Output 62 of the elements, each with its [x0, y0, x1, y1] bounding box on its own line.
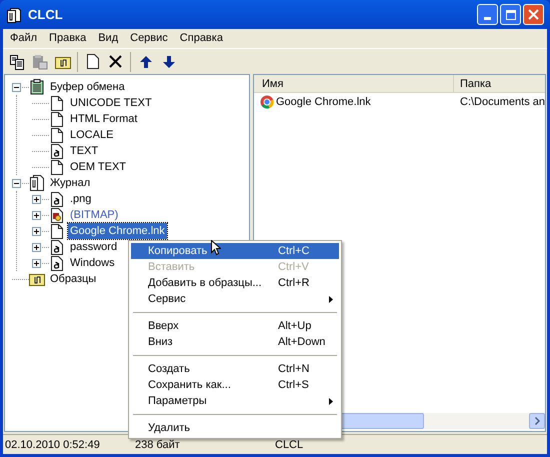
image-document-icon — [51, 208, 63, 222]
chrome-logo-icon — [260, 95, 274, 109]
text-document-icon — [51, 240, 63, 254]
menu-bar-item[interactable]: Правка — [43, 29, 92, 48]
text-document-icon — [51, 192, 63, 206]
menu-item[interactable]: Добавить в образцы... Ctrl+R — [131, 275, 339, 291]
minimize-icon — [484, 17, 491, 20]
column-header[interactable]: Имя — [254, 75, 454, 92]
menu-bar-item[interactable]: Вид — [92, 29, 124, 48]
expand-icon[interactable] — [32, 258, 41, 268]
submenu-arrow-icon — [329, 296, 333, 302]
window-title: CLCL — [28, 6, 63, 24]
menu-item[interactable]: Вниз Alt+Down — [131, 334, 339, 350]
tree-item[interactable]: password — [68, 239, 120, 255]
maximize-button[interactable] — [500, 4, 521, 25]
tree-item[interactable]: Windows — [68, 255, 117, 271]
document-icon — [51, 224, 63, 238]
documents-icon — [30, 175, 44, 191]
menu-item[interactable]: Сервис — [131, 291, 339, 307]
tree-item[interactable]: Журнал — [48, 175, 92, 191]
tree-item[interactable]: TEXT — [68, 143, 100, 159]
text-document-icon — [51, 256, 63, 270]
folder-icon — [29, 272, 45, 286]
tree-item[interactable]: Буфер обмена — [48, 79, 127, 95]
tree-item[interactable]: OEM TEXT — [68, 159, 128, 175]
document-icon — [51, 112, 63, 126]
document-icon — [51, 160, 63, 174]
collapse-icon[interactable] — [12, 82, 21, 92]
close-icon — [528, 9, 539, 20]
maximize-icon — [506, 10, 516, 20]
expand-icon[interactable] — [32, 242, 41, 252]
tree-item[interactable]: (BITMAP) — [68, 207, 120, 223]
minimize-button[interactable] — [477, 4, 498, 25]
column-header[interactable]: Папка — [454, 75, 545, 92]
menu-item[interactable]: Создать Ctrl+N — [131, 361, 339, 377]
table-cell-text: C:\Documents an — [459, 94, 545, 110]
document-icon — [51, 96, 63, 110]
table-cell-text: Google Chrome.lnk — [276, 94, 371, 110]
expand-icon[interactable] — [32, 226, 41, 236]
expand-icon[interactable] — [32, 210, 41, 220]
collapse-icon[interactable] — [12, 178, 21, 188]
expand-icon[interactable] — [32, 194, 41, 204]
menu-item[interactable]: Параметры — [131, 393, 339, 409]
tree-item[interactable]: LOCALE — [68, 127, 116, 143]
clipboard-icon — [30, 79, 44, 95]
menu-item[interactable]: Удалить — [131, 420, 339, 436]
tree-item[interactable]: .png — [68, 191, 94, 207]
menu-item[interactable]: Вверх Alt+Up — [131, 318, 339, 334]
menu-item[interactable]: Сохранить как... Ctrl+S — [131, 377, 339, 393]
menu-bar-item[interactable]: Сервис — [124, 29, 174, 48]
menu-bar-item[interactable]: Справка — [174, 29, 229, 48]
document-icon — [51, 128, 63, 142]
app-icon — [6, 6, 22, 22]
tree-item[interactable]: Google Chrome.lnk — [68, 223, 167, 239]
menu-bar-item[interactable]: Файл — [4, 29, 44, 48]
tree-item[interactable]: UNICODE TEXT — [68, 95, 154, 111]
close-button[interactable] — [523, 4, 544, 25]
text-document-icon — [51, 144, 63, 158]
tree-item[interactable]: Образцы — [48, 271, 98, 287]
tree-item[interactable]: HTML Format — [68, 111, 140, 127]
submenu-arrow-icon — [329, 398, 333, 404]
menu-item[interactable]: Копировать Ctrl+C — [131, 243, 339, 259]
